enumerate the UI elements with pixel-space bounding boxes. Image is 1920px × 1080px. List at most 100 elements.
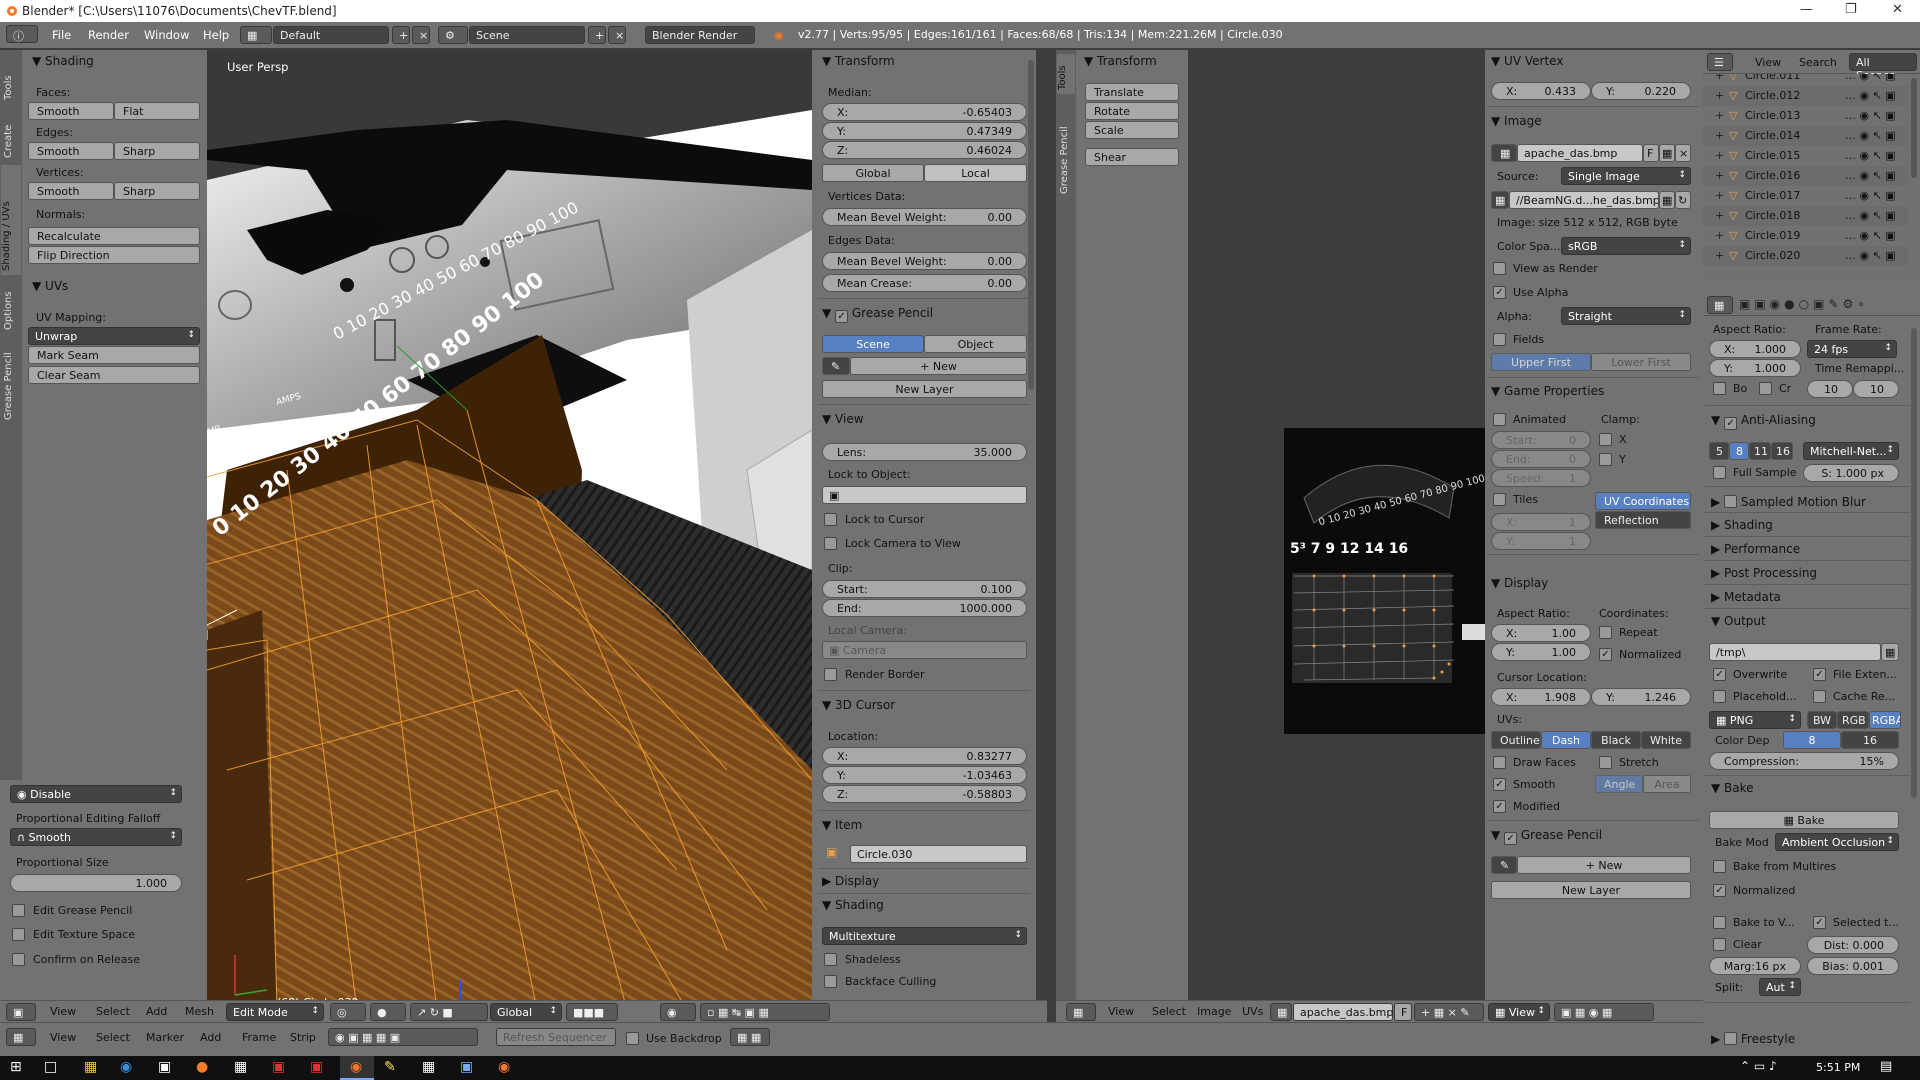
view3d-menu-add[interactable]: Add: [146, 1005, 167, 1018]
visibility-icons[interactable]: … ◉ ↖ ▣: [1845, 189, 1896, 202]
bake-clear-checkbox[interactable]: [1713, 938, 1726, 951]
edit-texture-space-checkbox[interactable]: [12, 928, 25, 941]
uv-grease-pencil-header[interactable]: ▼ ✓ Grease Pencil: [1491, 828, 1602, 845]
app-icon-2[interactable]: ▣: [272, 1059, 285, 1075]
repeat-checkbox[interactable]: [1599, 626, 1612, 639]
orientation-select[interactable]: Global: [490, 1003, 562, 1021]
clear-seam-button[interactable]: Clear Seam: [28, 366, 200, 384]
outliner-editor-icon[interactable]: ☰: [1707, 53, 1733, 71]
timeline-menu-select[interactable]: Select: [96, 1031, 130, 1044]
proportional-edit-select[interactable]: ◉ Disable: [10, 785, 182, 803]
gp-scene-button[interactable]: Scene: [822, 335, 924, 353]
depth-16-button[interactable]: 16: [1841, 731, 1899, 749]
output-header[interactable]: ▼ Output: [1711, 614, 1766, 628]
bake-margin-field[interactable]: Marg:16 px: [1709, 957, 1801, 975]
gp-new-layer-button[interactable]: New Layer: [822, 380, 1027, 398]
outliner-item[interactable]: + ▽ Circle.012… ◉ ↖ ▣: [1703, 86, 1908, 106]
normalized-checkbox[interactable]: ✓: [1599, 648, 1612, 661]
stretch-area-button[interactable]: Area: [1643, 775, 1691, 793]
properties-editor-icon[interactable]: ▦: [1707, 296, 1733, 314]
visibility-icons[interactable]: … ◉ ↖ ▣: [1845, 149, 1896, 162]
overwrite-checkbox[interactable]: ✓: [1713, 668, 1726, 681]
uv-vertex-x-field[interactable]: X: 0.433: [1491, 82, 1591, 100]
outliner-item[interactable]: + ▽ Circle.016… ◉ ↖ ▣: [1703, 166, 1908, 186]
anti-aliasing-header[interactable]: ▼ ✓ Anti-Aliasing: [1711, 413, 1816, 430]
visibility-icons[interactable]: … ◉ ↖ ▣: [1845, 229, 1896, 242]
median-x-field[interactable]: X: -0.65403: [822, 103, 1027, 121]
display-aspect-x-field[interactable]: X: 1.00: [1491, 624, 1591, 642]
border-checkbox[interactable]: [1713, 382, 1726, 395]
shear-button[interactable]: Shear: [1085, 148, 1179, 166]
clip-start-field[interactable]: Start: 0.100: [822, 580, 1027, 598]
notes-icon[interactable]: ✎: [384, 1059, 396, 1075]
tiles-checkbox[interactable]: [1493, 493, 1506, 506]
outliner-search-menu[interactable]: Search: [1799, 56, 1837, 69]
shading-panel-header[interactable]: ▼ Shading: [32, 54, 94, 68]
notification-icon[interactable]: ▤: [1880, 1059, 1892, 1074]
flip-direction-button[interactable]: Flip Direction: [28, 246, 200, 264]
color-rgba-button[interactable]: RGBA: [1869, 711, 1901, 729]
scene-icon[interactable]: ⚙: [438, 26, 468, 44]
image-name-field[interactable]: apache_das.bmp: [1517, 144, 1643, 162]
view-header[interactable]: ▼ View: [822, 412, 864, 426]
image-unlink-icon[interactable]: ×: [1675, 144, 1691, 162]
view-as-render-checkbox[interactable]: [1493, 262, 1506, 275]
shading-mode-select[interactable]: Multitexture: [822, 927, 1027, 945]
render-aspect-x-field[interactable]: X: 1.000: [1709, 340, 1801, 358]
add-scene-icon[interactable]: +: [588, 26, 606, 44]
vertices-sharp-button[interactable]: Sharp: [114, 182, 200, 200]
proportional-icon[interactable]: ◉: [660, 1003, 696, 1021]
layer-buttons[interactable]: ■■■: [566, 1003, 618, 1021]
snap-icons[interactable]: ▫ ▦ ↹ ▣ ▦: [700, 1003, 830, 1021]
alpha-mode-select[interactable]: Straight: [1561, 307, 1691, 325]
gp-new-button[interactable]: + New: [850, 357, 1027, 375]
output-browse-icon[interactable]: ▦: [1881, 643, 1899, 661]
app-icon-1[interactable]: ▦: [234, 1059, 247, 1075]
bake-mode-select[interactable]: Ambient Occlusion: [1775, 833, 1899, 851]
close-icon[interactable]: ✕: [1892, 2, 1903, 17]
tab-create[interactable]: Create: [3, 110, 14, 158]
uv-cursor-y-field[interactable]: Y: 1.246: [1591, 688, 1691, 706]
tiles-y-field[interactable]: Y: 1: [1491, 532, 1591, 550]
lock-camera-checkbox[interactable]: [824, 537, 837, 550]
editor-type-icon[interactable]: ⓘ: [6, 25, 38, 43]
uv-editor-type-icon[interactable]: ▦: [1066, 1003, 1096, 1021]
uv-outline-button[interactable]: Outline: [1491, 731, 1541, 749]
clamp-y-checkbox[interactable]: [1599, 453, 1612, 466]
view3d-editor-icon[interactable]: ▣: [6, 1003, 36, 1021]
median-y-field[interactable]: Y: 0.47349: [822, 122, 1027, 140]
3d-cursor-header[interactable]: ▼ 3D Cursor: [822, 698, 895, 712]
outliner-item[interactable]: + ▽ Circle.018… ◉ ↖ ▣: [1703, 206, 1908, 226]
lower-first-button[interactable]: Lower First: [1591, 353, 1691, 371]
outliner-item[interactable]: + ▽ Circle.014… ◉ ↖ ▣: [1703, 126, 1908, 146]
crop-checkbox[interactable]: [1759, 382, 1772, 395]
menu-help[interactable]: Help: [203, 28, 229, 42]
shadeless-checkbox[interactable]: [824, 953, 837, 966]
backface-culling-checkbox[interactable]: [824, 975, 837, 988]
mode-select[interactable]: Edit Mode: [226, 1003, 324, 1021]
bake-vertex-colors-checkbox[interactable]: [1713, 916, 1726, 929]
timeline-menu-strip[interactable]: Strip: [290, 1031, 316, 1044]
display-aspect-y-field[interactable]: Y: 1.00: [1491, 643, 1591, 661]
uv-vertex-header[interactable]: ▼ UV Vertex: [1491, 54, 1563, 68]
uv-cursor-x-field[interactable]: X: 1.908: [1491, 688, 1591, 706]
uv-gp-new-button[interactable]: + New: [1517, 856, 1691, 874]
rotate-button[interactable]: Rotate: [1085, 102, 1179, 120]
modified-checkbox[interactable]: ✓: [1493, 800, 1506, 813]
bake-header[interactable]: ▼ Bake: [1711, 781, 1754, 795]
uv-coordinates-button[interactable]: UV Coordinates: [1595, 492, 1691, 510]
aa-samples-5[interactable]: 5: [1709, 442, 1729, 460]
uv-tab-tools[interactable]: Tools: [1057, 54, 1075, 94]
translate-button[interactable]: Translate: [1085, 83, 1179, 101]
minimize-icon[interactable]: —: [1800, 2, 1813, 17]
file-format-select[interactable]: ▦ PNG: [1709, 711, 1801, 729]
post-processing-header[interactable]: ▶ Post Processing: [1711, 566, 1817, 580]
render-border-checkbox[interactable]: [824, 668, 837, 681]
uv-smooth-checkbox[interactable]: ✓: [1493, 778, 1506, 791]
render-engine-select[interactable]: Blender Render: [645, 26, 755, 44]
menu-window[interactable]: Window: [144, 28, 189, 42]
outliner-scrollbar[interactable]: [1911, 78, 1917, 178]
task-view-icon[interactable]: □: [44, 1059, 57, 1075]
reflection-button[interactable]: Reflection: [1595, 511, 1691, 529]
visibility-icons[interactable]: … ◉ ↖ ▣: [1845, 129, 1896, 142]
